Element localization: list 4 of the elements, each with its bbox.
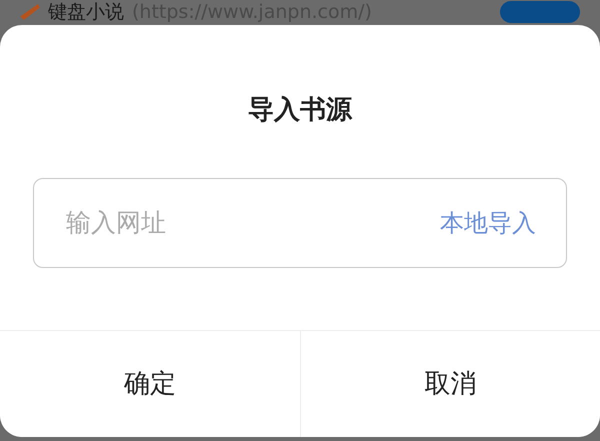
dialog-button[interactable]: 取消 xyxy=(300,331,600,437)
dialog-title: 导入书源 xyxy=(247,94,354,127)
toggle-switch[interactable] xyxy=(500,1,580,23)
source-name: 键盘小说 xyxy=(48,0,124,24)
